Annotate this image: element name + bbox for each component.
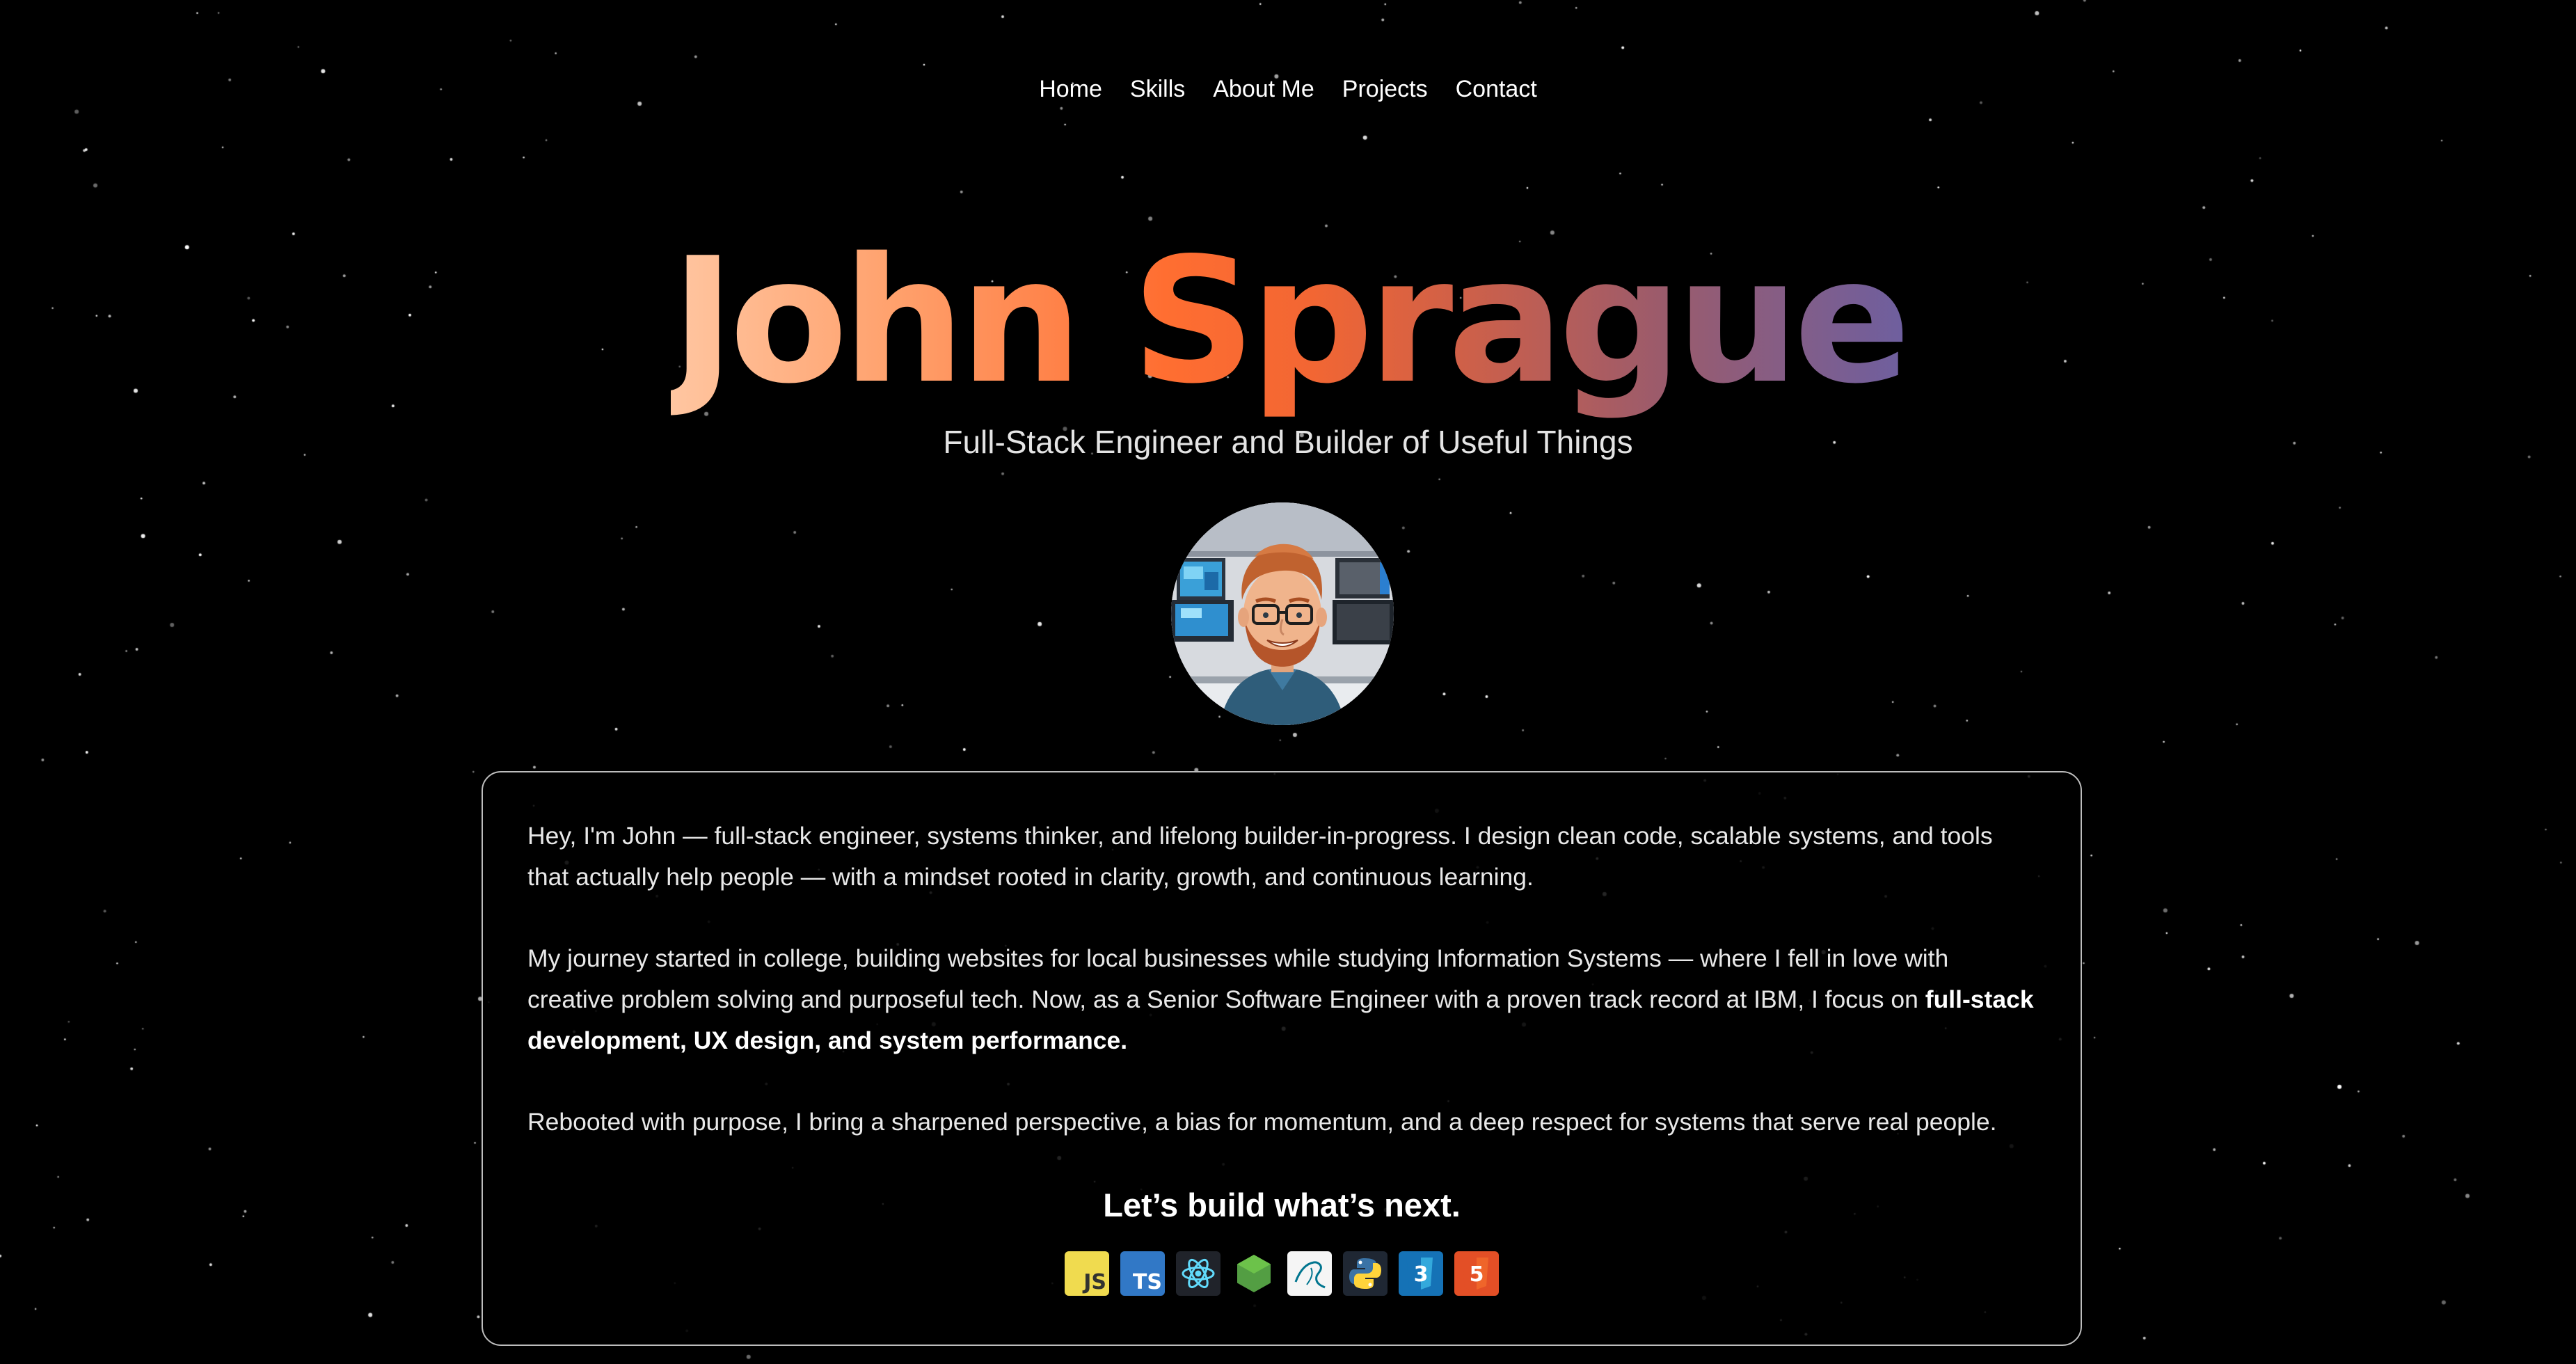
nav-skills[interactable]: Skills <box>1130 70 1185 109</box>
svg-text:5: 5 <box>1470 1262 1484 1287</box>
html5-icon: 5 <box>1454 1251 1499 1296</box>
javascript-icon: JS <box>1065 1251 1109 1296</box>
typescript-label: TS <box>1132 1270 1162 1294</box>
mysql-icon <box>1287 1251 1332 1296</box>
avatar <box>1171 502 1394 725</box>
nodejs-icon <box>1232 1251 1276 1296</box>
hero-subtitle: Full-Stack Engineer and Builder of Usefu… <box>943 424 1633 460</box>
react-icon <box>1176 1251 1221 1296</box>
about-paragraph-2: My journey started in college, building … <box>527 938 2036 1061</box>
about-card: Hey, I'm John — full-stack engineer, sys… <box>482 771 2082 1346</box>
hero-name-text: John Sprague <box>670 221 1911 422</box>
avatar-portrait-icon <box>1171 502 1394 725</box>
about-paragraph-1: Hey, I'm John — full-stack engineer, sys… <box>527 822 1993 891</box>
portfolio-page: Home Skills About Me Projects Contact Jo… <box>0 0 2576 1364</box>
javascript-label: JS <box>1083 1270 1106 1294</box>
about-paragraph-2-text: My journey started in college, building … <box>527 944 1949 1013</box>
css3-icon: 3 <box>1399 1251 1443 1296</box>
hero-name: John Sprague <box>0 217 2576 426</box>
top-nav: Home Skills About Me Projects Contact <box>0 70 2576 109</box>
cta-heading: Let’s build what’s next. <box>1103 1187 1461 1223</box>
typescript-icon: TS <box>1120 1251 1165 1296</box>
python-icon <box>1343 1251 1388 1296</box>
nav-about-me[interactable]: About Me <box>1213 70 1314 109</box>
nav-home[interactable]: Home <box>1039 70 1102 109</box>
svg-text:3: 3 <box>1414 1262 1429 1287</box>
tech-icons-row: JS TS 3 5 <box>527 1251 2036 1296</box>
nav-contact[interactable]: Contact <box>1456 70 1537 109</box>
about-paragraph-3: Rebooted with purpose, I bring a sharpen… <box>527 1108 1997 1136</box>
nav-projects[interactable]: Projects <box>1342 70 1428 109</box>
